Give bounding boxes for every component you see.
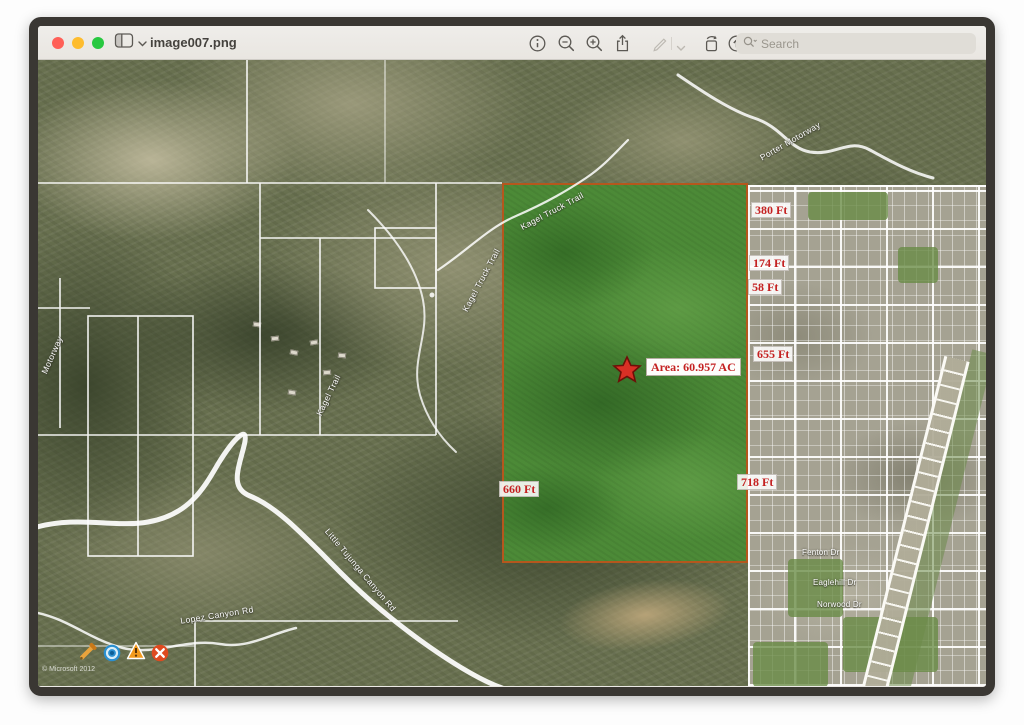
copyright-watermark: © Microsoft 2012 (42, 666, 95, 673)
rotate-left-icon (702, 34, 721, 53)
info-icon (528, 34, 547, 53)
area-label: Area: 60.957 AC (646, 358, 741, 376)
search-input[interactable] (761, 37, 969, 51)
zoom-out-button[interactable] (557, 34, 576, 53)
building (271, 336, 279, 342)
building (290, 349, 299, 356)
road-label: Little Tujunga Canyon Rd (323, 527, 398, 614)
building (323, 370, 331, 376)
measurement-label: 718 Ft (737, 474, 777, 490)
street-label: Fenton Dr (802, 548, 839, 557)
sidebar-icon (114, 32, 134, 54)
road-label: Kagel Truck Trail (460, 247, 502, 314)
road-label: Lopez Canyon Rd (180, 604, 255, 625)
markup-dropdown-button[interactable] (676, 39, 695, 58)
building (253, 321, 262, 327)
lawn-patch (808, 192, 888, 220)
road-label: Porter Motorway (758, 120, 822, 163)
delete-tool-icon (150, 643, 170, 663)
rotate-left-button[interactable] (702, 34, 721, 53)
share-icon (613, 34, 632, 53)
building (288, 389, 297, 395)
info-button[interactable] (528, 34, 547, 53)
road-label: Kagel Trail (314, 373, 343, 417)
street-label: Norwood Dr (817, 600, 862, 609)
building (310, 339, 319, 345)
lawn-patch (753, 642, 828, 686)
zoom-in-icon (585, 34, 604, 53)
measurement-label: 174 Ft (749, 255, 789, 271)
sidebar-toggle-button[interactable] (114, 33, 148, 53)
street-label: Eaglehill Dr (813, 578, 856, 587)
close-button[interactable] (52, 37, 64, 49)
fullscreen-button[interactable] (92, 37, 104, 49)
title-bar: image007.png (38, 26, 986, 60)
markup-button[interactable] (650, 34, 669, 53)
lawn-patch (898, 247, 938, 283)
measurement-label: 58 Ft (748, 279, 782, 295)
search-field[interactable] (736, 33, 976, 54)
window-title: image007.png (150, 35, 237, 50)
target-tool-icon (102, 643, 122, 663)
star-marker-icon (612, 355, 642, 385)
chevron-down-icon (138, 34, 147, 52)
zoom-out-icon (557, 34, 576, 53)
road-label: Motorway (39, 335, 64, 376)
building (338, 353, 346, 359)
dirt-clearing (554, 570, 736, 661)
minimize-button[interactable] (72, 37, 84, 49)
toolbar-divider (671, 37, 672, 50)
search-icon (743, 35, 757, 53)
measurement-label: 655 Ft (753, 346, 793, 362)
share-button[interactable] (613, 34, 632, 53)
map-canvas[interactable]: Area: 60.957 AC 380 Ft 174 Ft 58 Ft 655 … (38, 60, 986, 686)
measurement-label: 660 Ft (499, 481, 539, 497)
pencil-tool-icon (78, 641, 98, 661)
markup-dropdown-icon (676, 45, 686, 52)
warning-tool-icon (126, 641, 146, 661)
preview-window: image007.png (29, 17, 995, 696)
markup-pencil-icon (650, 34, 669, 53)
measurement-label: 380 Ft (751, 202, 791, 218)
zoom-in-button[interactable] (585, 34, 604, 53)
